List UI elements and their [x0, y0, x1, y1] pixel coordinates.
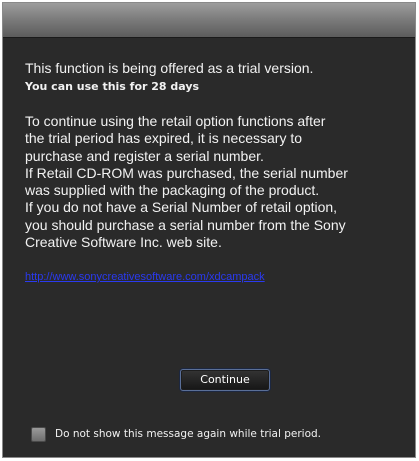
instructions-paragraph: To continue using the retail option func…: [25, 113, 405, 251]
trial-notice: This function is being offered as a tria…: [25, 60, 314, 76]
continue-button[interactable]: Continue: [180, 369, 270, 391]
trial-days-text: You can use this for 28 days: [25, 80, 200, 93]
instruction-line: the trial period has expired, it is nece…: [25, 130, 303, 147]
trial-dialog: This function is being offered as a tria…: [2, 2, 416, 458]
title-bar[interactable]: [3, 3, 415, 38]
instruction-line: Creative Software Inc. web site.: [25, 234, 222, 251]
instruction-line: If you do not have a Serial Number of re…: [25, 199, 338, 216]
message-area: This function is being offered as a tria…: [25, 60, 405, 283]
dont-show-again-checkbox[interactable]: [31, 426, 46, 442]
instruction-line: was supplied with the packaging of the p…: [25, 182, 320, 199]
instruction-line: If Retail CD-ROM was purchased, the seri…: [25, 164, 348, 181]
instruction-line: you should purchase a serial number from…: [25, 216, 346, 233]
purchase-link[interactable]: http://www.sonycreativesoftware.com/xdca…: [25, 271, 405, 283]
instruction-line: To continue using the retail option func…: [25, 113, 326, 129]
dont-show-again-row[interactable]: Do not show this message again while tri…: [31, 425, 321, 443]
instruction-line: purchase and register a serial number.: [25, 147, 264, 164]
dont-show-again-label[interactable]: Do not show this message again while tri…: [55, 428, 321, 440]
